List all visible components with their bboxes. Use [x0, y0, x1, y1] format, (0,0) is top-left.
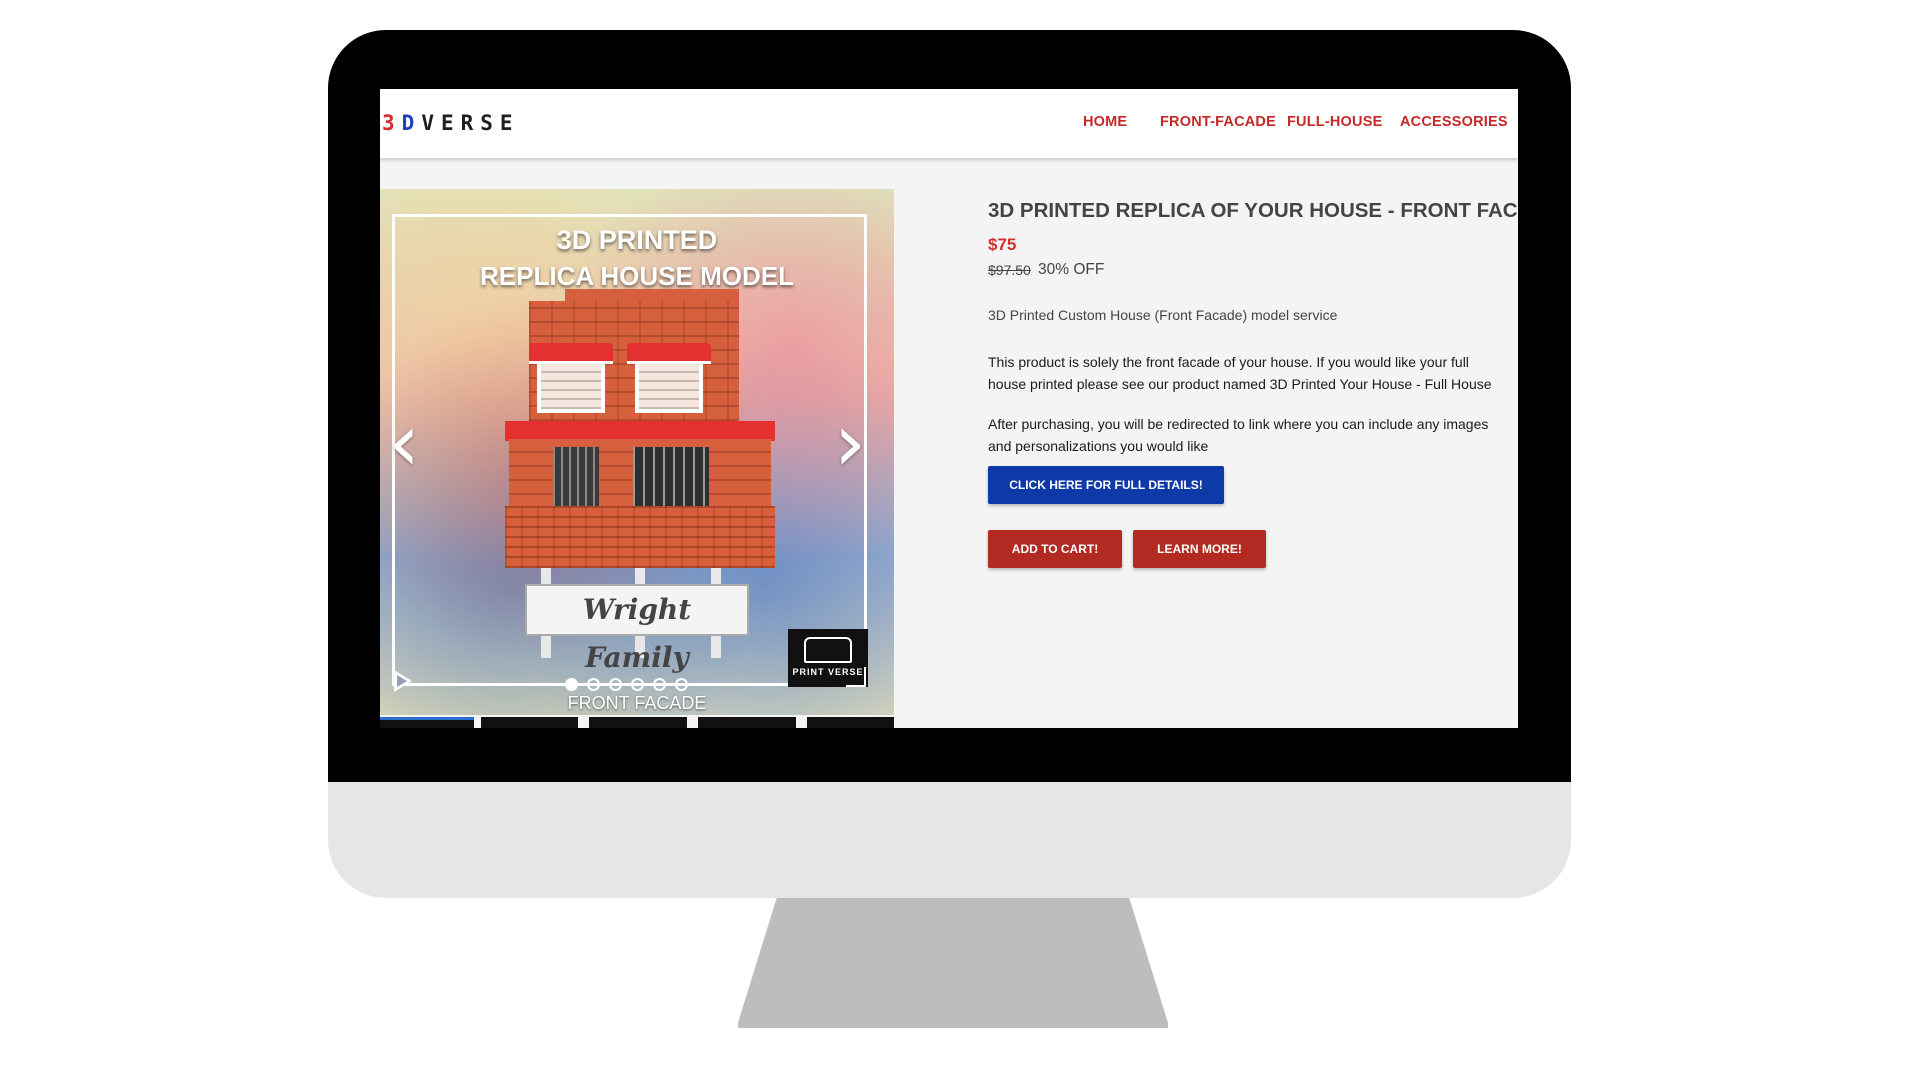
description-line: house printed please see our product nam…: [988, 376, 1492, 392]
monitor-stand: [738, 898, 1168, 1028]
gallery-prev-arrow-icon[interactable]: ‹: [388, 403, 420, 483]
product-price: $75: [988, 235, 1017, 254]
gallery-dot[interactable]: [675, 678, 688, 691]
product-title: 3D PRINTED REPLICA OF YOUR HOUSE - FRONT…: [988, 199, 1518, 222]
house-window: [537, 357, 605, 413]
house-window: [635, 357, 703, 413]
description-line: This product is solely the front facade …: [988, 354, 1469, 370]
gallery-dot[interactable]: [609, 678, 622, 691]
monitor-chin: [328, 782, 1571, 898]
gallery-title-line1: 3D PRINTED: [556, 225, 718, 255]
thumbnail[interactable]: [481, 717, 578, 728]
gallery-caption: FRONT FACADE: [567, 693, 707, 713]
family-name-sign: Wright Family: [525, 584, 749, 674]
logo-wordmark: VERSE: [421, 111, 520, 135]
learn-more-button[interactable]: LEARN MORE!: [1133, 530, 1266, 568]
thumbnail[interactable]: [589, 717, 687, 728]
full-details-button[interactable]: CLICK HERE FOR FULL DETAILS!: [988, 466, 1224, 504]
house-door: [553, 447, 599, 513]
browser-screen: 3DVERSE HOME FRONT-FACADE FULL-HOUSE ACC…: [380, 89, 1518, 728]
gallery-dot[interactable]: [631, 678, 644, 691]
house-porch-roof: [505, 421, 775, 441]
logo-digit: 3: [382, 111, 402, 135]
gallery-title-line2: REPLICA HOUSE MODEL: [480, 261, 794, 291]
product-description-1: This product is solely the front facade …: [988, 351, 1492, 395]
site-header: 3DVERSE HOME FRONT-FACADE FULL-HOUSE ACC…: [380, 89, 1518, 158]
site-logo[interactable]: 3DVERSE: [382, 111, 520, 135]
description-line: and personalizations you would like: [988, 438, 1209, 454]
nav-home[interactable]: HOME: [1083, 114, 1127, 130]
house-model-image: Wright Family: [505, 289, 775, 674]
thumbnail[interactable]: [698, 717, 796, 728]
thumbnail[interactable]: [380, 717, 474, 728]
logo-letter-d: D: [401, 111, 422, 135]
gallery-dot[interactable]: [653, 678, 666, 691]
expand-icon[interactable]: [846, 667, 866, 687]
product-image-gallery[interactable]: 3D PRINTED REPLICA HOUSE MODEL Wright Fa…: [380, 189, 894, 715]
play-icon[interactable]: [394, 670, 412, 692]
add-to-cart-button[interactable]: ADD TO CART!: [988, 530, 1122, 568]
description-line: After purchasing, you will be redirected…: [988, 416, 1489, 432]
house-wall: [505, 506, 775, 568]
nav-front-facade[interactable]: FRONT-FACADE: [1160, 114, 1276, 130]
nav-accessories[interactable]: ACCESSORIES: [1400, 114, 1508, 130]
house-awning: [529, 343, 613, 364]
product-old-price: $97.50: [988, 262, 1031, 278]
house-awning: [627, 343, 711, 364]
gallery-pagination: [565, 678, 688, 691]
product-discount: 30% OFF: [1038, 261, 1105, 278]
nav-full-house[interactable]: FULL-HOUSE: [1287, 114, 1382, 130]
product-description-2: After purchasing, you will be redirected…: [988, 413, 1488, 457]
house-porch-window: [633, 447, 709, 509]
gallery-dot[interactable]: [587, 678, 600, 691]
gallery-next-arrow-icon[interactable]: ›: [834, 403, 866, 483]
thumbnail[interactable]: [807, 717, 894, 728]
gallery-dot[interactable]: [565, 678, 578, 691]
product-short-description: 3D Printed Custom House (Front Facade) m…: [988, 307, 1338, 323]
